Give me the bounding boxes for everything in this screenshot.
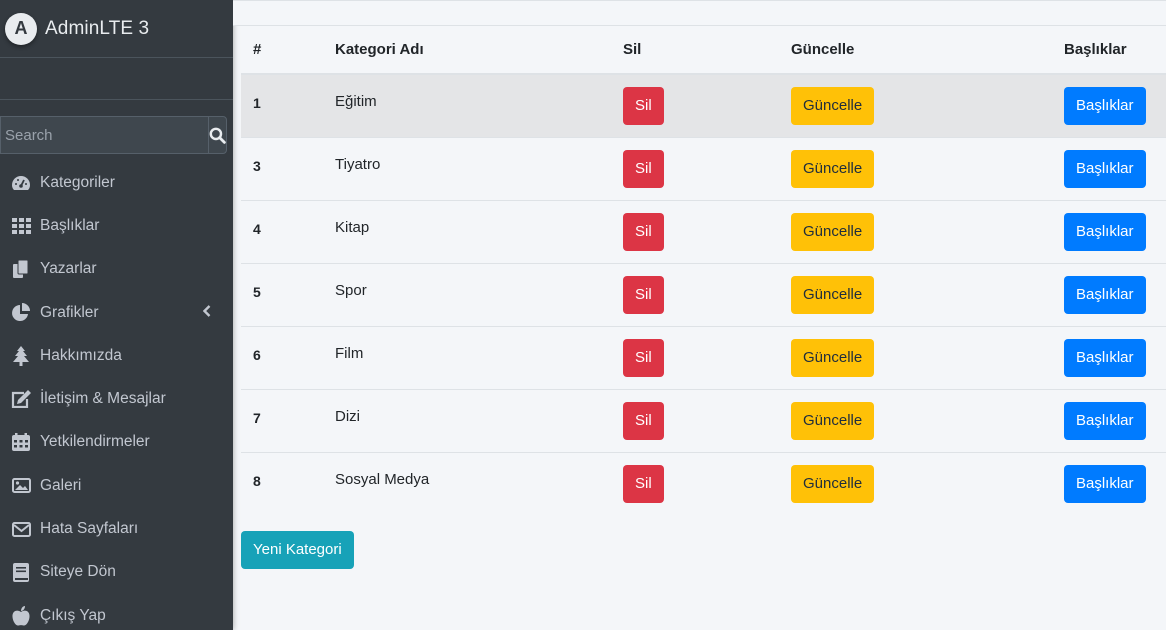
update-button[interactable]: Güncelle <box>791 87 875 125</box>
header-titles: Başlıklar <box>1052 26 1166 75</box>
tree-icon <box>10 345 32 366</box>
sidebar-nav: Kategoriler Başlıklar Yazarlar Grafikler… <box>0 161 233 630</box>
delete-button[interactable]: Sil <box>623 87 664 125</box>
sidebar-item-label: Çıkış Yap <box>40 606 106 624</box>
row-id: 1 <box>241 73 323 137</box>
table-row: 3 Tiyatro Sil Güncelle Başlıklar <box>241 136 1166 200</box>
content-area: # Kategori Adı Sil Güncelle Başlıklar 1 … <box>233 0 1166 630</box>
image-icon <box>10 476 32 496</box>
sidebar-item-cikis-yap[interactable]: Çıkış Yap <box>0 594 233 630</box>
table-row: 7 Dizi Sil Güncelle Başlıklar <box>241 388 1166 452</box>
titles-button[interactable]: Başlıklar <box>1064 87 1146 125</box>
header-update: Güncelle <box>779 26 1052 75</box>
header-delete: Sil <box>611 26 779 75</box>
delete-button[interactable]: Sil <box>623 212 664 251</box>
sidebar-item-yetkilendirmeler[interactable]: Yetkilendirmeler <box>0 421 233 464</box>
titles-button[interactable]: Başlıklar <box>1064 464 1146 503</box>
sidebar-item-hata-sayfalari[interactable]: Hata Sayfaları <box>0 507 233 550</box>
row-category-name: Sosyal Medya <box>323 451 611 515</box>
titles-button[interactable]: Başlıklar <box>1064 149 1146 188</box>
delete-button[interactable]: Sil <box>623 464 664 503</box>
row-category-name: Kitap <box>323 199 611 263</box>
apple-icon <box>10 605 32 626</box>
update-button[interactable]: Güncelle <box>791 401 875 440</box>
chevron-left-icon <box>202 304 211 322</box>
category-table: # Kategori Adı Sil Güncelle Başlıklar 1 … <box>241 26 1166 515</box>
sidebar-item-kategoriler[interactable]: Kategoriler <box>0 161 233 204</box>
table-row: 4 Kitap Sil Güncelle Başlıklar <box>241 199 1166 263</box>
delete-button[interactable]: Sil <box>623 401 664 440</box>
sidebar-item-label: Galeri <box>40 476 82 494</box>
update-button[interactable]: Güncelle <box>791 149 875 188</box>
user-panel <box>0 58 233 100</box>
envelope-icon <box>10 519 32 539</box>
sidebar-item-iletisim[interactable]: İletişim & Mesajlar <box>0 377 233 420</box>
new-category-button[interactable]: Yeni Kategori <box>241 531 354 569</box>
titles-button[interactable]: Başlıklar <box>1064 275 1146 314</box>
sidebar-item-galeri[interactable]: Galeri <box>0 464 233 507</box>
update-button[interactable]: Güncelle <box>791 464 875 503</box>
row-id: 4 <box>241 199 323 263</box>
book-icon <box>10 562 32 582</box>
edit-icon <box>10 389 32 409</box>
brand-logo: A <box>5 12 37 45</box>
sidebar-item-label: Hakkımızda <box>40 346 122 364</box>
header-id: # <box>241 26 323 75</box>
titles-button[interactable]: Başlıklar <box>1064 401 1146 440</box>
table-row: 6 Film Sil Güncelle Başlıklar <box>241 325 1166 389</box>
pie-chart-icon <box>10 302 32 323</box>
grid-icon <box>10 216 32 236</box>
delete-button[interactable]: Sil <box>623 338 664 377</box>
update-button[interactable]: Güncelle <box>791 338 875 377</box>
copy-icon <box>10 259 32 279</box>
table-row: 1 Eğitim Sil Güncelle Başlıklar <box>241 73 1166 137</box>
table-row: 5 Spor Sil Güncelle Başlıklar <box>241 262 1166 326</box>
brand-name: AdminLTE 3 <box>45 17 150 39</box>
delete-button[interactable]: Sil <box>623 149 664 188</box>
search-button[interactable] <box>208 116 227 154</box>
row-id: 8 <box>241 451 323 515</box>
main-sidebar: A AdminLTE 3 Kategoriler Başlıklar Yazar… <box>0 0 233 630</box>
sidebar-item-label: Başlıklar <box>40 216 100 234</box>
table-header-row: # Kategori Adı Sil Güncelle Başlıklar <box>241 26 1166 75</box>
row-id: 6 <box>241 325 323 389</box>
sidebar-item-label: İletişim & Mesajlar <box>40 390 166 408</box>
row-category-name: Tiyatro <box>323 136 611 200</box>
header-category-name: Kategori Adı <box>323 26 611 75</box>
content-header <box>233 0 1166 26</box>
search-input[interactable] <box>0 116 208 154</box>
sidebar-item-label: Grafikler <box>40 303 99 321</box>
sidebar-item-hakkimizda[interactable]: Hakkımızda <box>0 334 233 377</box>
row-category-name: Dizi <box>323 388 611 452</box>
sidebar-item-label: Yetkilendirmeler <box>40 433 150 451</box>
update-button[interactable]: Güncelle <box>791 212 875 251</box>
sidebar-item-basliklar[interactable]: Başlıklar <box>0 204 233 247</box>
update-button[interactable]: Güncelle <box>791 275 875 314</box>
row-id: 3 <box>241 136 323 200</box>
delete-button[interactable]: Sil <box>623 275 664 314</box>
row-id: 7 <box>241 388 323 452</box>
sidebar-item-siteye-don[interactable]: Siteye Dön <box>0 551 233 594</box>
table-row: 8 Sosyal Medya Sil Güncelle Başlıklar <box>241 451 1166 515</box>
titles-button[interactable]: Başlıklar <box>1064 338 1146 377</box>
search-icon <box>209 127 226 144</box>
sidebar-item-yazarlar[interactable]: Yazarlar <box>0 248 233 291</box>
row-category-name: Spor <box>323 262 611 326</box>
calendar-icon <box>10 432 32 452</box>
row-category-name: Film <box>323 325 611 389</box>
sidebar-search <box>0 116 227 154</box>
sidebar-item-grafikler[interactable]: Grafikler <box>0 291 233 334</box>
titles-button[interactable]: Başlıklar <box>1064 212 1146 251</box>
row-id: 5 <box>241 262 323 326</box>
sidebar-item-label: Yazarlar <box>40 260 97 278</box>
sidebar-item-label: Kategoriler <box>40 173 115 191</box>
sidebar-item-label: Siteye Dön <box>40 563 116 581</box>
brand-link[interactable]: A AdminLTE 3 <box>0 0 233 58</box>
dashboard-gauge-icon <box>10 173 32 193</box>
sidebar-item-label: Hata Sayfaları <box>40 520 139 538</box>
row-category-name: Eğitim <box>323 73 611 137</box>
